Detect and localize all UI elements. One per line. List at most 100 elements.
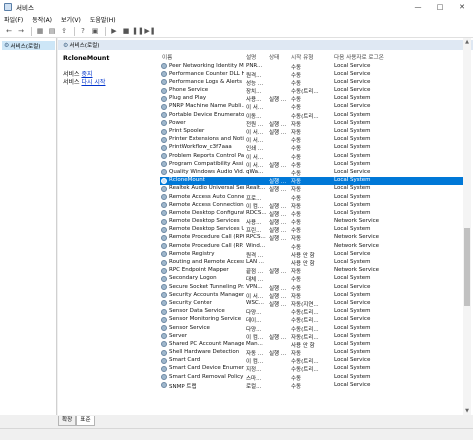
service-gear-icon <box>161 374 167 381</box>
console-tree-icon[interactable]: ▦ <box>35 26 45 36</box>
service-row[interactable]: Printer Extensions and Noti... 이 서... 수동 Lo… <box>160 136 463 144</box>
start-icon[interactable]: ▶ <box>109 26 119 36</box>
service-row[interactable]: Remote Access Connection ... 이 컴... 실행 ...… <box>160 201 463 210</box>
service-row[interactable]: Plug and Play 사용... 실행 ... 수동 Local System <box>160 95 463 103</box>
refresh-icon[interactable]: ▤ <box>47 26 57 36</box>
service-gear-icon <box>161 63 167 69</box>
service-row[interactable]: Smart Card 이 컴... 수동(트리... Local Service <box>160 357 463 365</box>
service-row[interactable]: Secure Socket Tunneling Pr... VPN... 실행 ..… <box>160 283 463 292</box>
service-description: WSC... <box>246 299 265 306</box>
service-row[interactable]: Smart Card Device Enumera...지정...수동(트리..… <box>160 365 463 373</box>
back-icon[interactable]: ← <box>4 26 14 36</box>
minimize-button[interactable]: — <box>407 0 429 14</box>
stop-icon[interactable]: ■ <box>121 26 131 36</box>
service-gear-icon <box>161 103 167 110</box>
service-logon-as: Local System <box>334 349 371 356</box>
service-gear-icon <box>161 251 167 258</box>
service-row[interactable]: Remote Registry 원격 ... 사용 안 함 Local Service <box>160 250 463 259</box>
service-row[interactable]: Print Spooler 이 서... 실행 ... 자동 Local System <box>160 128 463 136</box>
service-gear-icon <box>161 259 167 266</box>
service-row[interactable]: Security Accounts Manager 이 서... 실행 ... 자동 L… <box>160 291 463 300</box>
service-row[interactable]: Phone Service 장치... 수동(트리... Local Service <box>160 87 463 95</box>
service-row[interactable]: Portable Device Enumerato... 이동... 수동(트리..… <box>160 111 463 120</box>
forward-icon[interactable]: → <box>16 26 26 36</box>
service-row[interactable]: Performance Logs & Alerts 성능 ... 수동 Local S… <box>160 78 463 87</box>
service-row[interactable]: Remote Desktop Services U... 프린... 실행 ... 수… <box>160 226 463 234</box>
service-row[interactable]: RcloneMount 실행 ... 자동 Local System <box>160 176 463 185</box>
vertical-scrollbar[interactable]: ▲ ▼ <box>463 38 471 415</box>
service-row[interactable]: Remote Access Auto Conne... 프로... 수동 Local … <box>160 193 463 202</box>
tree-item-local-services[interactable]: ⚙ 서비스(로컬) <box>2 41 55 50</box>
service-gear-icon <box>161 128 167 135</box>
column-header-logon-as[interactable]: 다음 사용자로 로그온 <box>334 53 384 61</box>
service-row[interactable]: Performance Counter DLL H... 원격... 수동 Local… <box>160 70 463 79</box>
extended-detail-panel: RcloneMount 서비스 중지 서비스 다시 시작 <box>58 51 156 415</box>
service-name: PrintWorkflow_c3f7aaa <box>169 144 232 151</box>
restart-service-link[interactable]: 다시 시작 <box>81 79 105 86</box>
service-description: Wind... <box>246 242 266 249</box>
service-row[interactable]: Routing and Remote Access LAN ... 사용 안 함 Lo… <box>160 259 463 267</box>
service-gear-icon <box>161 95 167 102</box>
tab-standard[interactable]: 표준 <box>76 416 95 426</box>
service-name: Remote Desktop Services U... <box>169 226 244 233</box>
service-row[interactable]: Shell Hardware Detection 자동 ... 실행 ... 자동 Lo… <box>160 349 463 357</box>
service-gear-icon <box>161 202 167 209</box>
service-row[interactable]: RPC Endpoint Mapper 끝점 ... 실행 ... 자동 Network… <box>160 267 463 275</box>
service-row[interactable]: Secondary Logon 대체 ... 수동 Local System <box>160 275 463 283</box>
pause-icon[interactable]: ❚❚ <box>132 26 144 36</box>
service-logon-as: Network Service <box>334 234 380 241</box>
window-controls: — □ ✕ <box>407 0 473 14</box>
menu-action[interactable]: 동작(A) <box>32 15 52 24</box>
service-description: RPCS... <box>246 234 266 241</box>
column-header-status[interactable]: 상태 <box>269 53 279 61</box>
column-header-description[interactable]: 설명 <box>246 53 256 61</box>
service-row[interactable]: Problem Reports Control Pa... 이 서... 수동 Loc… <box>160 152 463 161</box>
service-row[interactable]: Security Center WSC... 실행 ... 자동(지연... Local… <box>160 299 463 308</box>
scroll-down-icon[interactable]: ▼ <box>463 407 471 415</box>
service-startup-type: 수동 <box>291 383 302 390</box>
maximize-button[interactable]: □ <box>429 0 451 14</box>
service-row[interactable]: Power 전원 ... 실행 ... 자동 Local System <box>160 119 463 128</box>
menu-view[interactable]: 보기(V) <box>61 15 81 24</box>
service-row[interactable]: Smart Card Removal Policy 스마... 수동 Local Sy… <box>160 373 463 382</box>
tab-extended[interactable]: 확장 <box>58 416 77 426</box>
service-name: Program Compatibility Assi... <box>169 160 244 167</box>
service-row[interactable]: PrintWorkflow_c3f7aaa 인쇄 ... 수동 Local Syste… <box>160 144 463 152</box>
service-row[interactable]: Quality Windows Audio Vid... qWa... 수동 Loca… <box>160 168 463 177</box>
service-row[interactable]: Sensor Monitoring Service 데이... 수동(트리... Lo… <box>160 316 463 324</box>
restart-icon[interactable]: ▶❚ <box>144 26 155 36</box>
service-row[interactable]: Program Compatibility Assi... 이 서... 실행 ..… <box>160 160 463 169</box>
service-gear-icon <box>161 382 167 389</box>
services-app-icon <box>4 3 12 11</box>
scrollbar-thumb[interactable] <box>464 228 470 306</box>
service-logon-as: Network Service <box>334 267 380 274</box>
service-row[interactable]: Shared PC Account Manager Man... 사용 안 함 Loc… <box>160 340 463 349</box>
service-row[interactable]: Server 이 컴... 실행 ... 자동(트리... Local System <box>160 332 463 341</box>
service-name: Remote Desktop Services <box>169 218 240 225</box>
help-icon[interactable]: ? <box>78 26 88 36</box>
column-header-name[interactable]: 이름 <box>162 53 172 61</box>
service-row[interactable]: Remote Procedure Call (RP... Wind... 수동 Net… <box>160 242 463 251</box>
properties-icon[interactable]: ▣ <box>90 26 100 36</box>
menu-file[interactable]: 파일(F) <box>4 15 23 24</box>
service-gear-icon <box>161 153 167 160</box>
service-row[interactable]: Realtek Audio Universal Ser... Realt... 실행… <box>160 185 463 193</box>
service-row[interactable]: Sensor Service 다양... 수동(트리... Local System <box>160 324 463 333</box>
service-name: RcloneMount <box>169 177 205 184</box>
service-row[interactable]: SNMP 트랩 로컬... 수동 Local Service <box>160 381 463 390</box>
service-row[interactable]: Remote Desktop Configurat... RDCS... 실행 ..… <box>160 209 463 218</box>
service-name: Server <box>169 332 188 339</box>
close-button[interactable]: ✕ <box>451 0 473 14</box>
service-row[interactable]: Remote Desktop Services 사용... 실행 ... 수동 Netw… <box>160 218 463 226</box>
column-header-startup-type[interactable]: 시작 유형 <box>291 53 313 61</box>
service-row[interactable]: Peer Networking Identity M... PNR... 수동 Loc… <box>160 62 463 71</box>
service-row[interactable]: Remote Procedure Call (RPC) RPCS... 실행 ...… <box>160 234 463 242</box>
menu-help[interactable]: 도움말(H) <box>90 15 116 24</box>
service-name: Remote Access Connection ... <box>169 201 244 208</box>
service-logon-as: Local Service <box>334 250 371 257</box>
scroll-up-icon[interactable]: ▲ <box>463 38 471 46</box>
export-list-icon[interactable]: ⇪ <box>59 26 69 36</box>
service-row[interactable]: PNRP Machine Name Publi... 이 서... 수동 Local … <box>160 103 463 111</box>
service-row[interactable]: Sensor Data Service 다양... 수동(트리... Local Sy… <box>160 308 463 316</box>
gear-icon: ⚙ <box>63 41 69 49</box>
